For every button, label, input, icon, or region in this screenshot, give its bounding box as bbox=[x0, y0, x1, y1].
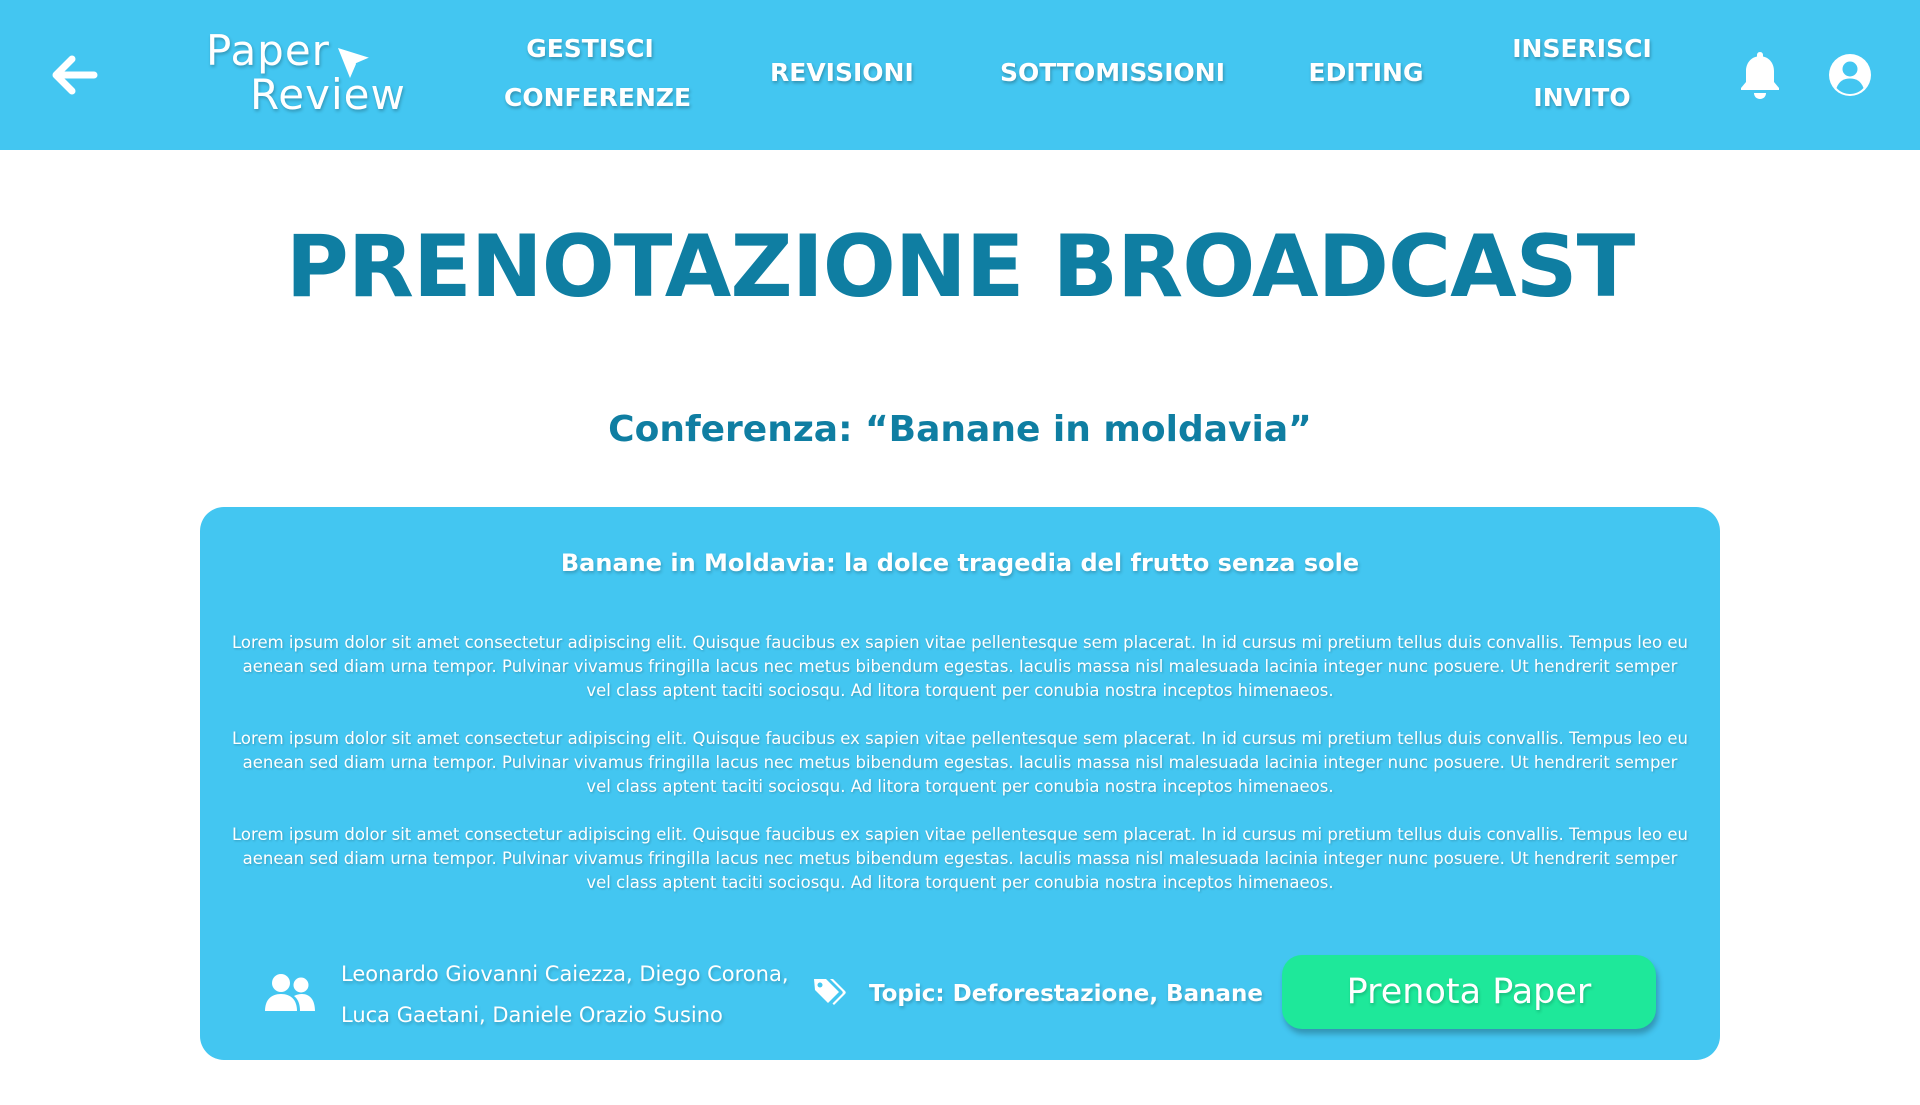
nav-label: CONFERENZE bbox=[504, 83, 692, 112]
user-circle-icon[interactable] bbox=[1828, 53, 1872, 97]
nav-label: EDITING bbox=[1308, 58, 1424, 87]
paper-authors: Leonardo Giovanni Caiezza, Diego Corona,… bbox=[341, 962, 789, 1027]
arrow-left-icon[interactable] bbox=[46, 47, 102, 103]
paper-abstract: Lorem ipsum dolor sit amet consectetur a… bbox=[228, 631, 1692, 919]
app-logo[interactable]: Paper Review bbox=[206, 26, 406, 126]
paper-title: Banane in Moldavia: la dolce tragedia de… bbox=[560, 549, 1360, 577]
tags-icon bbox=[814, 979, 846, 1005]
page-title: PRENOTAZIONE BROADCAST bbox=[285, 217, 1636, 317]
conference-name: Conferenza: “Banane in moldavia” bbox=[608, 409, 1312, 450]
nav-gestisci-conferenze[interactable]: GESTISCI CONFERENZE bbox=[504, 24, 692, 122]
abstract-paragraph: Lorem ipsum dolor sit amet consectetur a… bbox=[232, 825, 1688, 892]
abstract-paragraph: Lorem ipsum dolor sit amet consectetur a… bbox=[232, 729, 1688, 796]
nav-inserisci-invito[interactable]: INSERISCI INVITO bbox=[1512, 24, 1652, 122]
nav-label: SOTTOMISSIONI bbox=[1000, 58, 1226, 87]
nav-editing[interactable]: EDITING bbox=[1306, 48, 1426, 97]
nav-label: INSERISCI bbox=[1512, 34, 1652, 63]
nav-label: GESTISCI bbox=[526, 34, 654, 63]
abstract-paragraph: Lorem ipsum dolor sit amet consectetur a… bbox=[232, 633, 1688, 700]
top-navbar: Paper Review GESTISCI CONFERENZE REVISIO… bbox=[0, 0, 1920, 150]
nav-label: REVISIONI bbox=[770, 58, 914, 87]
nav-label: INVITO bbox=[1533, 83, 1631, 112]
logo-text-review: Review bbox=[250, 70, 406, 119]
bell-icon[interactable] bbox=[1736, 49, 1784, 101]
users-icon bbox=[265, 974, 315, 1011]
nav-revisioni[interactable]: REVISIONI bbox=[770, 48, 914, 97]
paper-card: Banane in Moldavia: la dolce tragedia de… bbox=[200, 507, 1720, 1060]
book-paper-button[interactable]: Prenota Paper bbox=[1282, 955, 1656, 1029]
logo-text-paper: Paper bbox=[206, 26, 330, 75]
nav-sottomissioni[interactable]: SOTTOMISSIONI bbox=[1000, 48, 1226, 97]
paper-topics: Topic: Deforestazione, Banane bbox=[869, 981, 1263, 1007]
